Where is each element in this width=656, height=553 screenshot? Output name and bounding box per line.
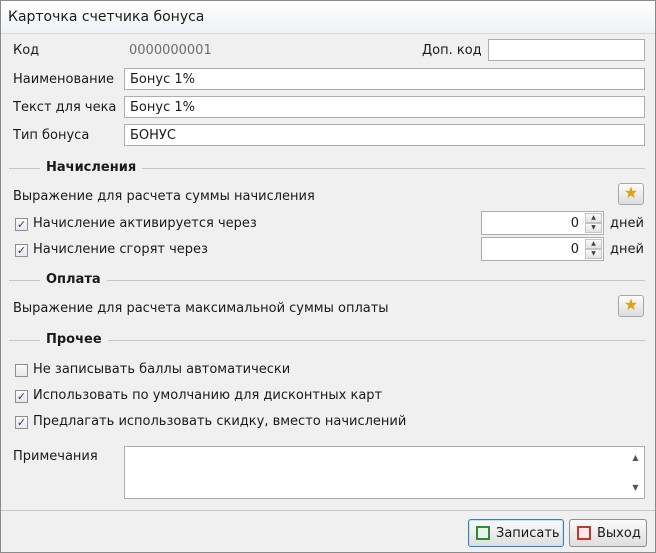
suggest-discount-label: Предлагать использовать скидку, вместо н…: [33, 414, 407, 429]
window-title: Карточка счетчика бонуса: [8, 9, 205, 25]
expire-label: Начисление сгорят через: [33, 242, 208, 257]
no-auto-write-label: Не записывать баллы автоматически: [33, 362, 291, 377]
save-icon: [476, 526, 490, 540]
stepper-up-icon[interactable]: ▲: [585, 239, 602, 249]
payment-section-title: Оплата: [40, 272, 107, 287]
scroll-up-icon[interactable]: ▲: [627, 453, 644, 462]
other-section-title: Прочее: [40, 332, 108, 347]
activate-label: Начисление активируется через: [33, 216, 257, 231]
activate-days-unit: дней: [610, 216, 644, 231]
default-discount-label: Использовать по умолчанию для дисконтных…: [33, 388, 383, 403]
default-discount-checkbox[interactable]: ✓: [15, 390, 28, 403]
code-value: 0000000001: [129, 43, 212, 58]
exit-button[interactable]: Выход: [569, 519, 647, 547]
notes-label: Примечания: [13, 449, 98, 464]
stepper-down-icon[interactable]: ▼: [585, 223, 602, 233]
name-label: Наименование: [13, 72, 115, 87]
activate-days-value: 0: [570, 216, 579, 231]
suggest-discount-checkbox[interactable]: ✓: [15, 416, 28, 429]
notes-textarea[interactable]: ▲ ▼: [124, 446, 645, 499]
expire-checkbox[interactable]: ✓: [15, 244, 28, 257]
extra-code-input[interactable]: [488, 39, 645, 61]
exit-button-label: Выход: [597, 526, 641, 541]
exit-icon: [577, 526, 591, 540]
payment-expression-label: Выражение для расчета максимальной суммы…: [13, 301, 389, 316]
receipt-text-label: Текст для чека: [13, 100, 117, 115]
expire-days-unit: дней: [610, 242, 644, 257]
accrual-expression-label: Выражение для расчета суммы начисления: [13, 189, 315, 204]
title-bar: Карточка счетчика бонуса: [1, 1, 655, 34]
star-icon: ★: [623, 183, 639, 202]
expire-days-stepper[interactable]: 0 ▲ ▼: [481, 237, 604, 261]
save-button-label: Записать: [496, 526, 560, 541]
bonus-type-input[interactable]: БОНУС: [124, 124, 645, 146]
code-label: Код: [13, 43, 40, 58]
accrual-expression-button[interactable]: ★: [618, 183, 644, 205]
save-button[interactable]: Записать: [468, 519, 564, 547]
accrual-section-title: Начисления: [40, 160, 143, 175]
payment-section-header: Оплата: [9, 272, 645, 288]
no-auto-write-checkbox[interactable]: [15, 364, 28, 377]
other-section-header: Прочее: [9, 332, 645, 348]
receipt-text-input[interactable]: Бонус 1%: [124, 96, 645, 118]
accrual-section-header: Начисления: [9, 160, 645, 176]
expire-days-value: 0: [570, 242, 579, 257]
scroll-down-icon[interactable]: ▼: [627, 483, 644, 492]
name-input[interactable]: Бонус 1%: [124, 68, 645, 90]
extra-code-label: Доп. код: [422, 43, 482, 58]
footer-divider: [1, 510, 655, 511]
payment-expression-button[interactable]: ★: [618, 295, 644, 317]
stepper-up-icon[interactable]: ▲: [585, 213, 602, 223]
activate-days-stepper[interactable]: 0 ▲ ▼: [481, 211, 604, 235]
star-icon: ★: [623, 295, 639, 314]
notes-scrollbar[interactable]: ▲ ▼: [627, 447, 644, 498]
bonus-type-label: Тип бонуса: [13, 128, 90, 143]
bonus-counter-dialog: Карточка счетчика бонуса Код 0000000001 …: [0, 0, 656, 553]
stepper-down-icon[interactable]: ▼: [585, 249, 602, 259]
activate-checkbox[interactable]: ✓: [15, 218, 28, 231]
